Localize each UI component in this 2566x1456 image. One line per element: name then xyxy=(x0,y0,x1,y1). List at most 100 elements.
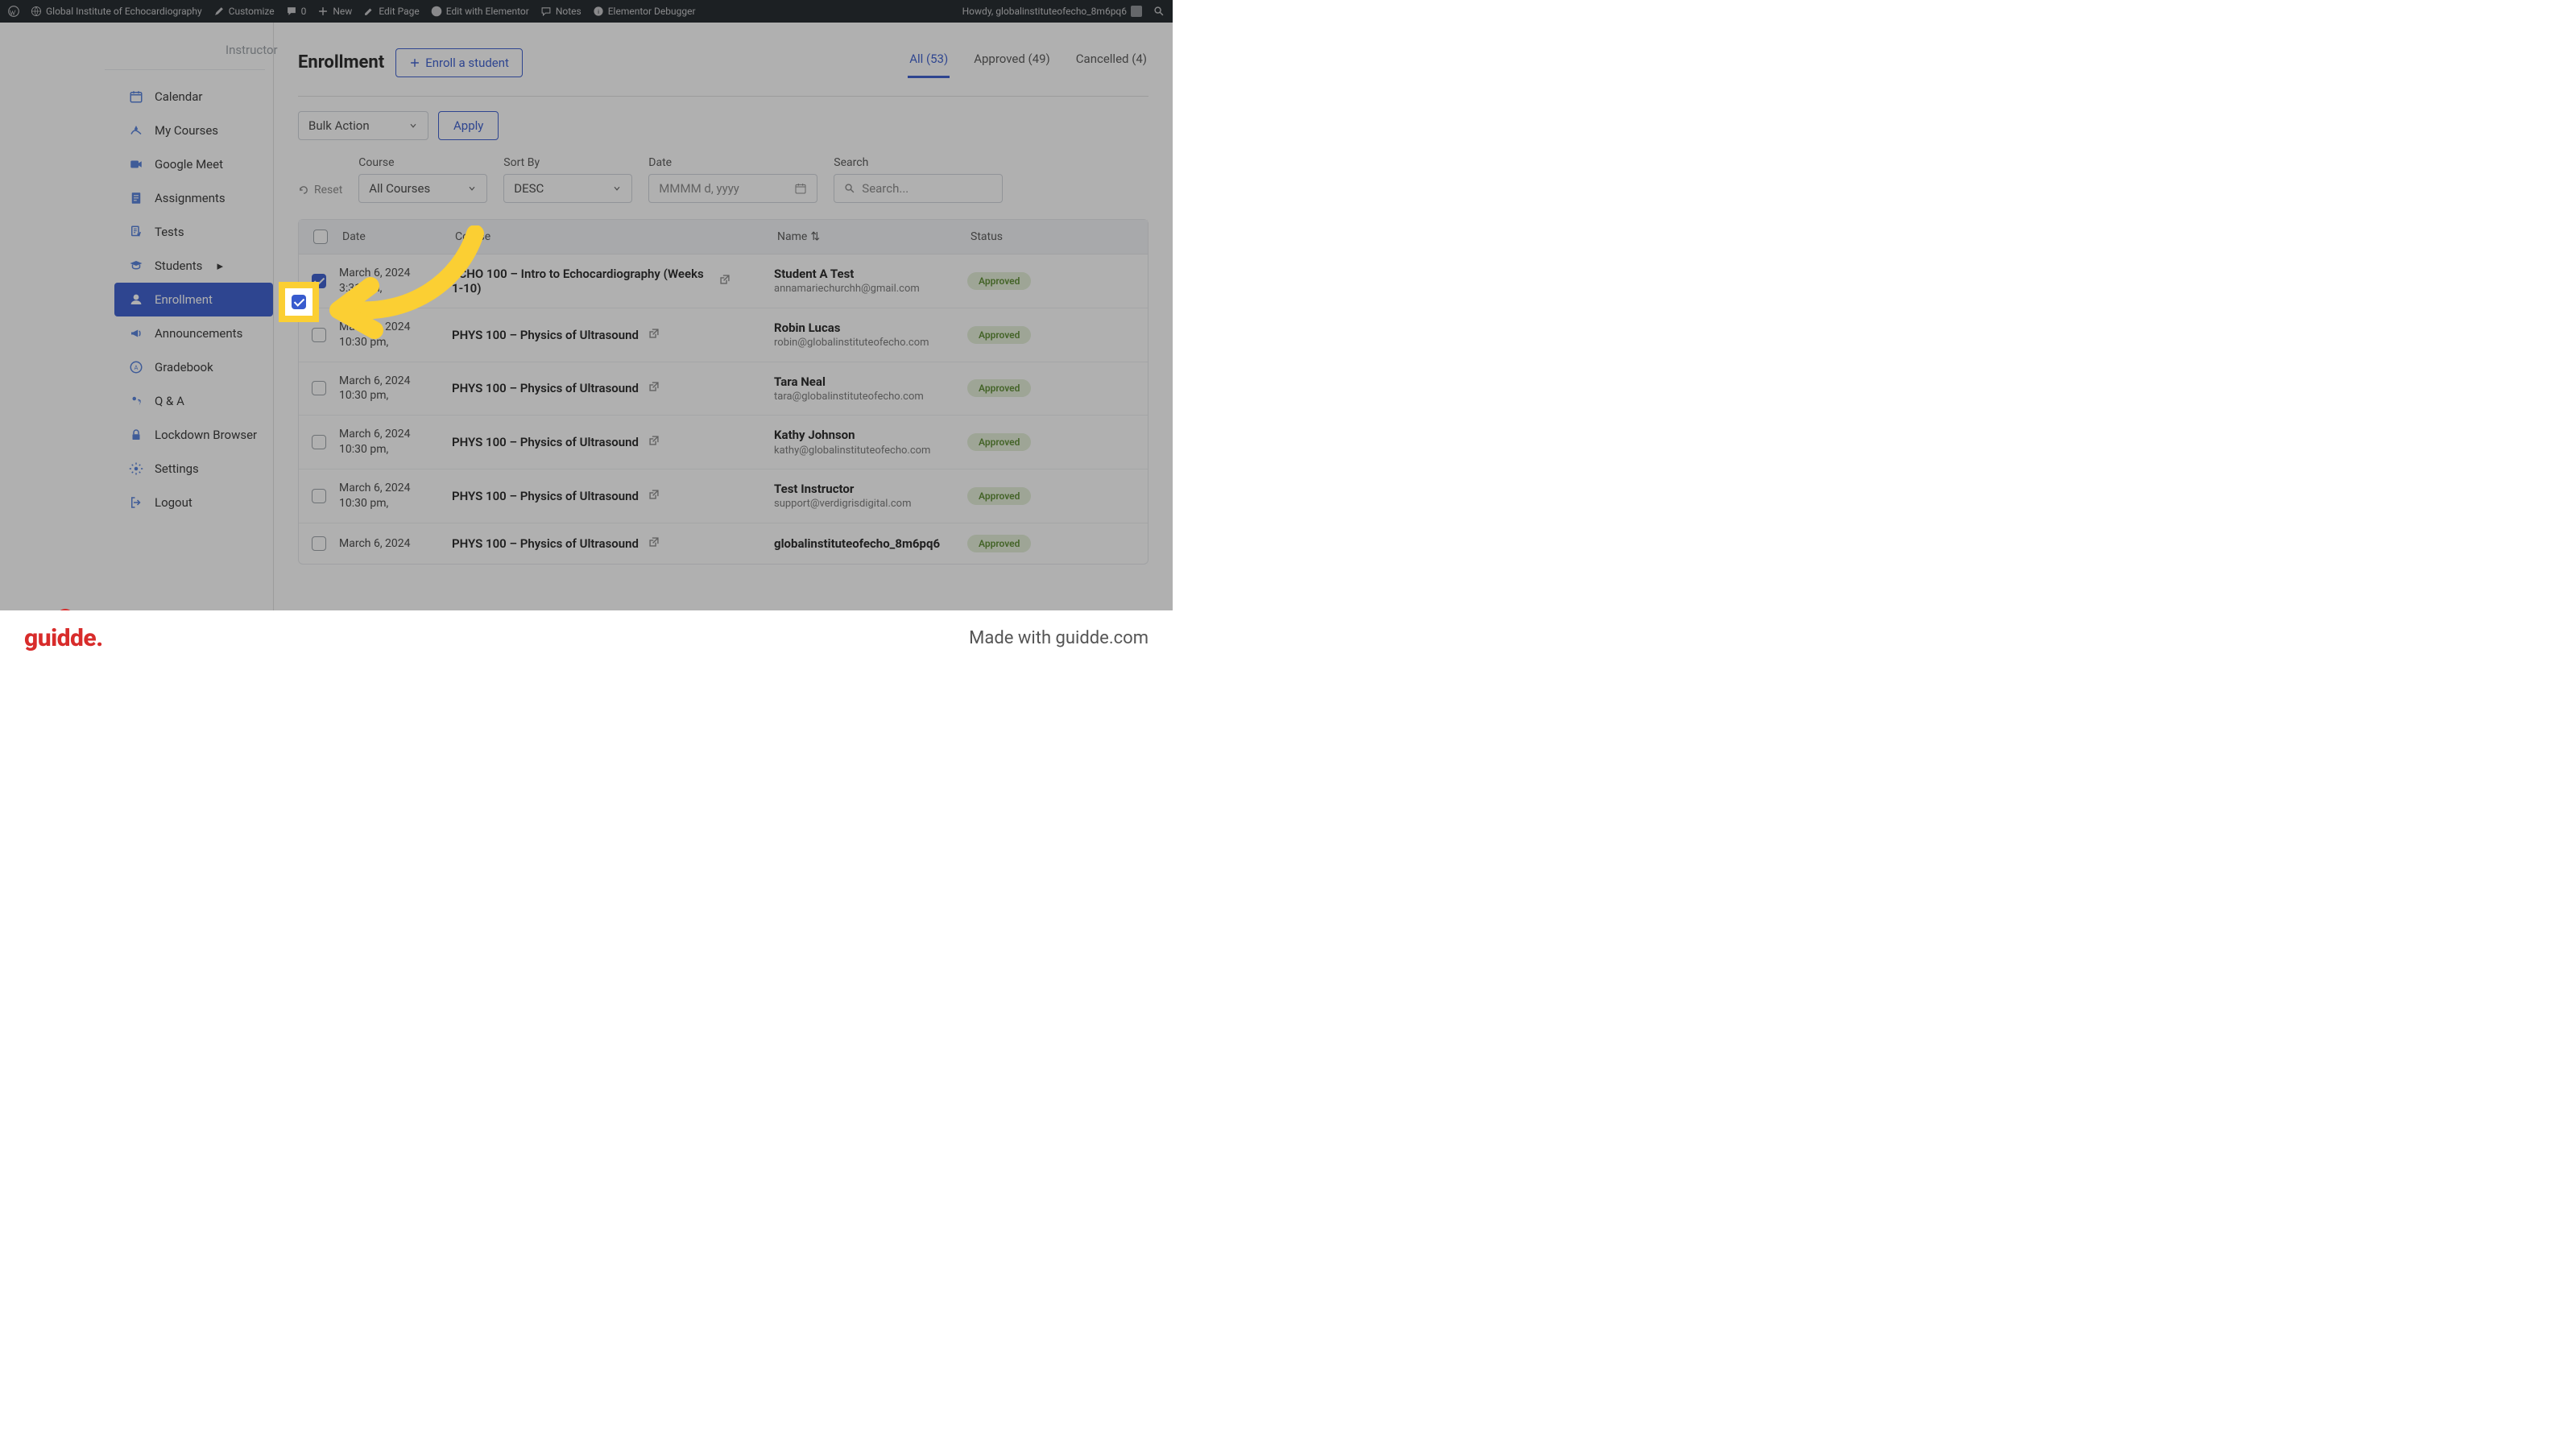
row-checkbox-highlighted[interactable] xyxy=(292,295,306,309)
edit-elementor-link[interactable]: Edit with Elementor xyxy=(431,6,529,17)
sidebar-item-label: Google Meet xyxy=(155,157,223,172)
external-link-icon[interactable] xyxy=(648,435,660,449)
row-checkbox[interactable] xyxy=(312,435,326,449)
sidebar-item-students[interactable]: Students ▸ xyxy=(114,249,273,283)
cell-status: Approved xyxy=(967,379,1056,397)
row-checkbox[interactable] xyxy=(312,381,326,395)
sidebar-role: Instructor xyxy=(105,35,265,70)
cell-status: Approved xyxy=(967,272,1056,290)
cell-date: March 6, 202410:30 pm, xyxy=(339,481,452,511)
table-row: March 6, 202410:30 pm,PHYS 100 – Physics… xyxy=(299,416,1148,469)
cell-name: Test Instructorsupport@verdigrisdigital.… xyxy=(774,481,967,511)
sidebar-item-gradebook[interactable]: A Gradebook xyxy=(114,350,273,384)
filter-sortby-label: Sort By xyxy=(503,156,632,169)
made-with: Made with guidde.com xyxy=(969,628,1148,648)
filter-course-label: Course xyxy=(358,156,487,169)
sidebar-item-enrollment[interactable]: Enrollment xyxy=(114,283,273,316)
col-status: Status xyxy=(967,230,1056,243)
date-input[interactable]: MMMM d, yyyy xyxy=(648,174,817,203)
wp-logo[interactable] xyxy=(8,6,19,17)
comments-link[interactable]: 0 xyxy=(286,6,307,17)
sidebar-item-tests[interactable]: Tests xyxy=(114,215,273,249)
sidebar-item-label: Settings xyxy=(155,461,199,476)
tab-cancelled[interactable]: Cancelled (4) xyxy=(1074,47,1148,78)
cell-course: PHYS 100 – Physics of Ultrasound xyxy=(452,381,774,395)
search-input[interactable]: Search... xyxy=(834,174,1003,203)
sidebar-item-label: Announcements xyxy=(155,326,242,341)
sidebar-item-mycourses[interactable]: My Courses xyxy=(114,114,273,147)
cell-date: March 6, 2024 xyxy=(339,536,452,552)
sidebar: Instructor Calendar My Courses Google Me… xyxy=(0,23,274,610)
cell-course: PHYS 100 – Physics of Ultrasound xyxy=(452,536,774,551)
filter-date-label: Date xyxy=(648,156,817,169)
search-icon[interactable] xyxy=(1153,6,1165,17)
sidebar-item-qa[interactable]: ? Q & A xyxy=(114,384,273,418)
cell-name: Tara Nealtara@globalinstituteofecho.com xyxy=(774,374,967,404)
chevron-down-icon xyxy=(612,184,622,193)
sidebar-item-label: Students xyxy=(155,259,202,273)
cell-status: Approved xyxy=(967,326,1056,344)
bulk-action-select[interactable]: Bulk Action xyxy=(298,111,428,140)
external-link-icon[interactable] xyxy=(648,489,660,503)
cell-date: March 6, 202410:30 pm, xyxy=(339,427,452,457)
calendar-icon xyxy=(794,182,807,195)
annotation-highlight xyxy=(279,282,319,322)
apply-button[interactable]: Apply xyxy=(438,111,499,140)
tab-all[interactable]: All (53) xyxy=(908,47,950,78)
filter-search-label: Search xyxy=(834,156,1003,169)
sidebar-item-label: Q & A xyxy=(155,394,184,408)
row-checkbox[interactable] xyxy=(312,536,326,551)
sidebar-item-label: Enrollment xyxy=(155,292,213,307)
svg-text:i: i xyxy=(598,8,599,15)
cell-status: Approved xyxy=(967,433,1056,451)
site-name[interactable]: Global Institute of Echocardiography xyxy=(31,6,202,17)
sidebar-item-assignments[interactable]: Assignments xyxy=(114,181,273,215)
sidebar-item-settings[interactable]: Settings xyxy=(114,452,273,486)
row-checkbox[interactable] xyxy=(312,489,326,503)
cell-course: ECHO 100 – Intro to Echocardiography (We… xyxy=(452,267,774,296)
enroll-student-button[interactable]: Enroll a student xyxy=(395,48,523,77)
cell-date: March 6, 202410:30 pm, xyxy=(339,374,452,404)
customize-link[interactable]: Customize xyxy=(213,6,275,17)
cell-course: PHYS 100 – Physics of Ultrasound xyxy=(452,435,774,449)
sidebar-item-label: Logout xyxy=(155,495,192,510)
svg-text:?: ? xyxy=(139,400,141,407)
col-name[interactable]: Name⇅ xyxy=(774,230,967,243)
sidebar-item-label: Gradebook xyxy=(155,360,213,374)
external-link-icon[interactable] xyxy=(648,328,660,342)
sidebar-item-announcements[interactable]: Announcements xyxy=(114,316,273,350)
tab-approved[interactable]: Approved (49) xyxy=(972,47,1052,78)
chevron-down-icon xyxy=(408,121,418,130)
external-link-icon[interactable] xyxy=(648,381,660,395)
sortby-select[interactable]: DESC xyxy=(503,174,632,203)
notes-link[interactable]: Notes xyxy=(540,6,581,17)
chevron-down-icon xyxy=(467,184,477,193)
edit-page-link[interactable]: Edit Page xyxy=(363,6,419,17)
new-link[interactable]: New xyxy=(317,6,352,17)
avatar xyxy=(1131,6,1142,17)
sidebar-item-calendar[interactable]: Calendar xyxy=(114,80,273,114)
svg-text:A: A xyxy=(135,364,139,371)
sidebar-item-googlemeet[interactable]: Google Meet xyxy=(114,147,273,181)
sort-icon: ⇅ xyxy=(810,230,820,243)
howdy-user[interactable]: Howdy, globalinstituteofecho_8m6pq6 xyxy=(962,6,1142,17)
plus-icon xyxy=(409,57,420,68)
sidebar-item-label: My Courses xyxy=(155,123,218,138)
course-select[interactable]: All Courses xyxy=(358,174,487,203)
cell-name: globalinstituteofecho_8m6pq6 xyxy=(774,536,967,552)
cell-name: Robin Lucasrobin@globalinstituteofecho.c… xyxy=(774,320,967,350)
search-icon xyxy=(844,183,855,194)
reset-icon xyxy=(298,184,309,196)
elementor-debugger-link[interactable]: iElementor Debugger xyxy=(593,6,696,17)
sidebar-item-label: Calendar xyxy=(155,89,203,104)
reset-button[interactable]: Reset xyxy=(298,184,342,203)
external-link-icon[interactable] xyxy=(719,274,730,288)
sidebar-item-logout[interactable]: Logout xyxy=(114,486,273,519)
sidebar-item-label: Tests xyxy=(155,225,184,239)
col-course: Course xyxy=(452,230,774,243)
external-link-icon[interactable] xyxy=(648,536,660,551)
chevron-right-icon: ▸ xyxy=(217,259,223,273)
sidebar-item-lockdown[interactable]: Lockdown Browser xyxy=(114,418,273,452)
table-row: March 6, 202410:30 pm,PHYS 100 – Physics… xyxy=(299,362,1148,416)
table-row: March 6, 202410:30 pm,PHYS 100 – Physics… xyxy=(299,469,1148,523)
